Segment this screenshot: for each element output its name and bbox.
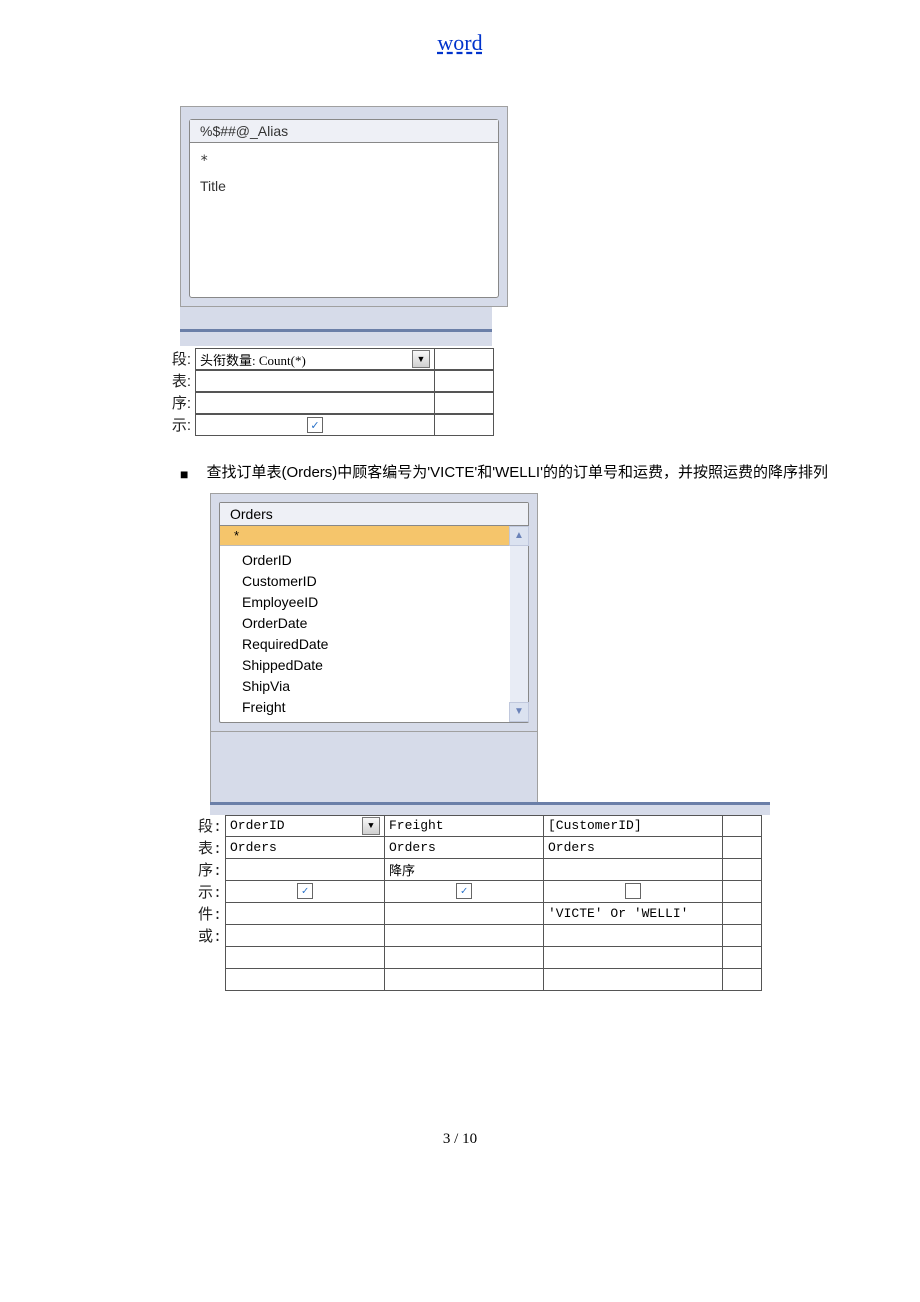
qbe-designer-panel-1: %$##@_Alias * Title <box>180 106 508 307</box>
grid2-label-sort: 序: <box>192 859 225 881</box>
pane-splitter-2[interactable] <box>210 802 770 815</box>
orders-field[interactable]: OrderID <box>242 550 506 571</box>
grid2-c3-blank2[interactable] <box>544 969 723 991</box>
alias-table-title: %$##@_Alias <box>190 120 498 143</box>
grid2-c4-or[interactable] <box>723 925 762 947</box>
grid2-c2-or[interactable] <box>385 925 544 947</box>
orders-field[interactable]: CustomerID <box>242 571 506 592</box>
grid1-field-cell-2[interactable] <box>435 348 494 370</box>
grid2-c1-blank2[interactable] <box>225 969 385 991</box>
grid2-c3-show[interactable] <box>544 881 723 903</box>
dropdown-icon[interactable]: ▼ <box>412 350 430 368</box>
orders-field-list[interactable]: OrderID CustomerID EmployeeID OrderDate … <box>220 546 510 722</box>
grid1-table-cell[interactable] <box>195 370 435 392</box>
grid2-label-criteria: 件: <box>192 903 225 925</box>
alias-table-box[interactable]: %$##@_Alias * Title <box>189 119 499 298</box>
grid2-c1-field[interactable]: OrderID ▼ <box>225 815 385 837</box>
grid2-c2-field[interactable]: Freight <box>385 815 544 837</box>
grid2-label-or: 或: <box>192 925 225 947</box>
checkbox-checked-icon[interactable]: ✓ <box>297 883 313 899</box>
grid2-c1-or[interactable] <box>225 925 385 947</box>
grid2-c4-cond[interactable] <box>723 903 762 925</box>
grid2-label-table: 表: <box>192 837 225 859</box>
grid2-c1-sort[interactable] <box>225 859 385 881</box>
grid1-label-table: 表: <box>163 370 195 392</box>
grid2-c3-or[interactable] <box>544 925 723 947</box>
grid2-c4-table[interactable] <box>723 837 762 859</box>
design-grid-2: 段: OrderID ▼ Freight [CustomerID] 表: Ord… <box>192 815 840 991</box>
field-star[interactable]: * <box>200 149 488 174</box>
grid2-label-blank2 <box>192 969 225 991</box>
grid1-label-sort: 序: <box>163 392 195 414</box>
grid2-c3-table[interactable]: Orders <box>544 837 723 859</box>
orders-field[interactable]: Freight <box>242 697 506 718</box>
grid2-c4-sort[interactable] <box>723 859 762 881</box>
orders-field[interactable]: EmployeeID <box>242 592 506 613</box>
grid2-c1-blank[interactable] <box>225 947 385 969</box>
grid1-label-field: 段: <box>163 348 195 370</box>
pane-splitter-1[interactable] <box>180 329 492 348</box>
grid2-label-field: 段: <box>192 815 225 837</box>
scroll-down-icon[interactable]: ▼ <box>509 702 529 722</box>
bullet-square-icon: ■ <box>180 463 188 487</box>
header-word-link[interactable]: word <box>80 30 840 56</box>
grid2-c1-field-val: OrderID <box>230 818 285 833</box>
grid1-sort-cell[interactable] <box>195 392 435 414</box>
dropdown-icon[interactable]: ▼ <box>362 817 380 835</box>
grid2-c1-show[interactable]: ✓ <box>225 881 385 903</box>
grid2-c4-blank[interactable] <box>723 947 762 969</box>
field-title[interactable]: Title <box>200 174 488 199</box>
orders-field[interactable]: OrderDate <box>242 613 506 634</box>
grid2-c2-sort[interactable]: 降序 <box>385 859 544 881</box>
task-text: 查找订单表(Orders)中顾客编号为'VICTE'和'WELLI'的的订单号和… <box>206 460 840 487</box>
design-grid-1: 段: 头衔数量: Count(*) ▼ 表: 序: 示: ✓ <box>163 348 840 436</box>
orders-table-title: Orders <box>220 503 528 526</box>
grid2-c2-cond[interactable] <box>385 903 544 925</box>
orders-field[interactable]: ShippedDate <box>242 655 506 676</box>
grid2-label-show: 示: <box>192 881 225 903</box>
grid2-c3-blank[interactable] <box>544 947 723 969</box>
grid2-label-blank <box>192 947 225 969</box>
grid1-label-show: 示: <box>163 414 195 436</box>
grid2-c1-cond[interactable] <box>225 903 385 925</box>
grid2-c4-blank2[interactable] <box>723 969 762 991</box>
scrollbar[interactable]: ▲ ▼ <box>510 526 528 722</box>
grid2-c2-table[interactable]: Orders <box>385 837 544 859</box>
grid2-c2-show[interactable]: ✓ <box>385 881 544 903</box>
scroll-up-icon[interactable]: ▲ <box>509 526 529 546</box>
grid2-c4-show[interactable] <box>723 881 762 903</box>
grid1-table-cell-2[interactable] <box>435 370 494 392</box>
grid2-c4-field[interactable] <box>723 815 762 837</box>
grid1-show-cell[interactable]: ✓ <box>195 414 435 436</box>
grid2-c1-table[interactable]: Orders <box>225 837 385 859</box>
grid2-c2-blank[interactable] <box>385 947 544 969</box>
page-number: 3 / 10 <box>80 1131 840 1148</box>
grid1-field-cell[interactable]: 头衔数量: Count(*) ▼ <box>195 348 435 370</box>
grid2-c3-field[interactable]: [CustomerID] <box>544 815 723 837</box>
grid1-show-cell-2[interactable] <box>435 414 494 436</box>
grid1-field-value: 头衔数量: Count(*) <box>200 350 306 369</box>
qbe-designer-panel-2: Orders * OrderID CustomerID EmployeeID O… <box>210 493 538 732</box>
grid2-c3-cond[interactable]: 'VICTE' Or 'WELLI' <box>544 903 723 925</box>
orders-field[interactable]: RequiredDate <box>242 634 506 655</box>
orders-star-row[interactable]: * <box>220 526 510 546</box>
orders-table-box[interactable]: Orders * OrderID CustomerID EmployeeID O… <box>219 502 529 723</box>
orders-field[interactable]: ShipVia <box>242 676 506 697</box>
checkbox-checked-icon[interactable]: ✓ <box>456 883 472 899</box>
task-description: ■ 查找订单表(Orders)中顾客编号为'VICTE'和'WELLI'的的订单… <box>180 460 840 487</box>
checkbox-checked-icon[interactable]: ✓ <box>307 417 323 433</box>
grid1-sort-cell-2[interactable] <box>435 392 494 414</box>
checkbox-unchecked-icon[interactable] <box>625 883 641 899</box>
grid2-c2-blank2[interactable] <box>385 969 544 991</box>
alias-table-fieldlist[interactable]: * Title <box>190 143 498 297</box>
grid2-c3-sort[interactable] <box>544 859 723 881</box>
